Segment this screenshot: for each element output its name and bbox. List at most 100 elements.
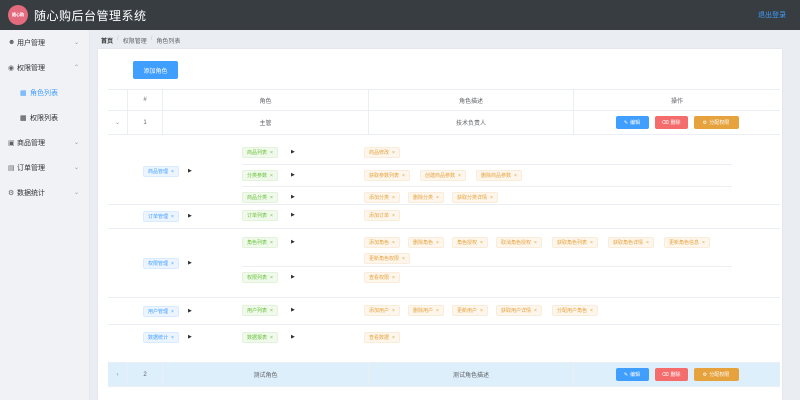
close-icon[interactable]: ×	[436, 195, 439, 201]
close-icon[interactable]: ×	[270, 173, 273, 179]
rights-level3-tag[interactable]: 创建商品参数 ×	[420, 170, 466, 181]
rights-level3-tag[interactable]: 查看权限 ×	[364, 272, 400, 283]
close-icon[interactable]: ×	[171, 335, 174, 341]
close-icon[interactable]: ×	[392, 335, 395, 341]
caret-right-icon: ▶	[291, 307, 295, 313]
rights-level2-tag[interactable]: 角色列表 ×	[242, 237, 278, 248]
close-icon[interactable]: ×	[590, 240, 593, 246]
rights-level3-tag[interactable]: 角色授权 ×	[452, 237, 488, 248]
add-role-button[interactable]: 添加角色	[133, 61, 178, 79]
rights-level2-tag[interactable]: 用户列表 ×	[242, 305, 278, 316]
close-icon[interactable]: ×	[514, 173, 517, 179]
rights-level3-tag[interactable]: 添加订单 ×	[364, 210, 400, 221]
rights-level3-tag[interactable]: 删除用户 ×	[408, 305, 444, 316]
close-icon[interactable]: ×	[392, 150, 395, 156]
rights-level3-tag[interactable]: 获取参数列表 ×	[364, 170, 410, 181]
logout-button[interactable]: 退出登录	[758, 10, 786, 20]
tag-label: 获取参数列表	[369, 173, 400, 179]
rights-level3-tag[interactable]: 获取分类详情 ×	[452, 192, 498, 203]
close-icon[interactable]: ×	[270, 275, 273, 281]
header-ops: 操作	[670, 98, 683, 105]
close-icon[interactable]: ×	[392, 275, 395, 281]
rights-level2-tag[interactable]: 商品分类 ×	[242, 192, 278, 203]
close-icon[interactable]: ×	[270, 240, 273, 246]
rights-level3-tag[interactable]: 删除角色 ×	[408, 237, 444, 248]
tag-label: 获取用户详情	[501, 308, 532, 314]
rights-level3-tag[interactable]: 删除商品参数 ×	[476, 170, 522, 181]
close-icon[interactable]: ×	[480, 240, 483, 246]
close-icon[interactable]: ×	[270, 195, 273, 201]
close-icon[interactable]: ×	[402, 256, 405, 262]
rights-level3-tag[interactable]: 查看数据 ×	[364, 332, 400, 343]
close-icon[interactable]: ×	[490, 195, 493, 201]
caret-right-icon: ▶	[291, 194, 295, 200]
close-icon[interactable]: ×	[171, 261, 174, 267]
rights-level3-tag[interactable]: 获取角色详情 ×	[608, 237, 654, 248]
close-icon[interactable]: ×	[436, 240, 439, 246]
close-icon[interactable]: ×	[534, 240, 537, 246]
rights-level3-tag[interactable]: 分配用户角色 ×	[552, 305, 598, 316]
sidebar-item-goods[interactable]: ▣ 商品管理 ⌄	[0, 130, 89, 155]
close-icon[interactable]: ×	[270, 335, 273, 341]
delete-button[interactable]: ⌫ 删除	[654, 368, 688, 381]
sidebar-item-users[interactable]: ☻ 用户管理 ⌄	[0, 30, 89, 55]
rights-level3-tag[interactable]: 取消角色授权 ×	[496, 237, 542, 248]
close-icon[interactable]: ×	[646, 240, 649, 246]
rights-level1-tag[interactable]: 商品管理 ×	[143, 166, 179, 177]
header-expand	[108, 90, 128, 110]
sidebar-item-label: 权限管理	[17, 64, 45, 72]
close-icon[interactable]: ×	[436, 308, 439, 314]
rights-level3-tag[interactable]: 添加分类 ×	[364, 192, 400, 203]
rights-level3-tag[interactable]: 更新用户 ×	[452, 305, 488, 316]
sidebar-subitem-role-list[interactable]: ▦ 角色列表	[0, 80, 89, 105]
assign-rights-button[interactable]: ⚙ 分配权限	[693, 368, 739, 381]
close-icon[interactable]: ×	[171, 169, 174, 175]
rights-level1-tag[interactable]: 订单管理 ×	[143, 211, 179, 222]
chevron-down-icon[interactable]: ⌄	[108, 111, 128, 134]
close-icon[interactable]: ×	[534, 308, 537, 314]
assign-rights-button[interactable]: ⚙ 分配权限	[693, 116, 739, 129]
delete-button[interactable]: ⌫ 删除	[654, 116, 688, 129]
rights-level3-tag[interactable]: 删除分类 ×	[408, 192, 444, 203]
close-icon[interactable]: ×	[392, 308, 395, 314]
close-icon[interactable]: ×	[270, 150, 273, 156]
rights-level2-tag[interactable]: 权限列表 ×	[242, 272, 278, 283]
close-icon[interactable]: ×	[270, 213, 273, 219]
sidebar-item-rights[interactable]: ◉ 权限管理 ⌃	[0, 55, 89, 80]
rights-level3-tag[interactable]: 添加角色 ×	[364, 237, 400, 248]
rights-level3-tag[interactable]: 获取用户详情 ×	[496, 305, 542, 316]
close-icon[interactable]: ×	[402, 173, 405, 179]
close-icon[interactable]: ×	[171, 309, 174, 315]
rights-level2-tag[interactable]: 商品列表 ×	[242, 147, 278, 158]
rights-level3-tag[interactable]: 获取角色列表 ×	[552, 237, 598, 248]
edit-button[interactable]: ✎ 编辑	[615, 368, 649, 381]
rights-level3-tag[interactable]: 更新角色信息 ×	[664, 237, 710, 248]
app-title: 随心购后台管理系统	[34, 8, 147, 23]
rights-level1-tag[interactable]: 权限管理 ×	[143, 258, 179, 269]
close-icon[interactable]: ×	[392, 240, 395, 246]
rights-level1-tag[interactable]: 数据统计 ×	[143, 332, 179, 343]
close-icon[interactable]: ×	[702, 240, 705, 246]
rights-level3-tag[interactable]: 更新角色权限 ×	[364, 253, 410, 264]
rights-level2-tag[interactable]: 分类参数 ×	[242, 170, 278, 181]
close-icon[interactable]: ×	[458, 173, 461, 179]
close-icon[interactable]: ×	[480, 308, 483, 314]
breadcrumb-home[interactable]: 首页	[101, 36, 113, 45]
chevron-down-icon: ⌄	[73, 190, 79, 196]
rights-level2-tag[interactable]: 订单列表 ×	[242, 210, 278, 221]
close-icon[interactable]: ×	[392, 195, 395, 201]
close-icon[interactable]: ×	[392, 213, 395, 219]
rights-level3-tag[interactable]: 添加用户 ×	[364, 305, 400, 316]
close-icon[interactable]: ×	[171, 214, 174, 220]
sidebar-item-orders[interactable]: ▤ 订单管理 ⌄	[0, 155, 89, 180]
rights-level1-tag[interactable]: 用户管理 ×	[143, 306, 179, 317]
sidebar-item-reports[interactable]: ⚙ 数据统计 ⌄	[0, 180, 89, 205]
sidebar-subitem-rights-list[interactable]: ▦ 权限列表	[0, 105, 89, 130]
edit-button[interactable]: ✎ 编辑	[615, 116, 649, 129]
close-icon[interactable]: ×	[270, 308, 273, 314]
row-index: 1	[128, 111, 163, 134]
rights-level3-tag[interactable]: 商品修改 ×	[364, 147, 400, 158]
chevron-right-icon[interactable]: ›	[108, 363, 128, 386]
close-icon[interactable]: ×	[590, 308, 593, 314]
rights-level2-tag[interactable]: 数据报表 ×	[242, 332, 278, 343]
